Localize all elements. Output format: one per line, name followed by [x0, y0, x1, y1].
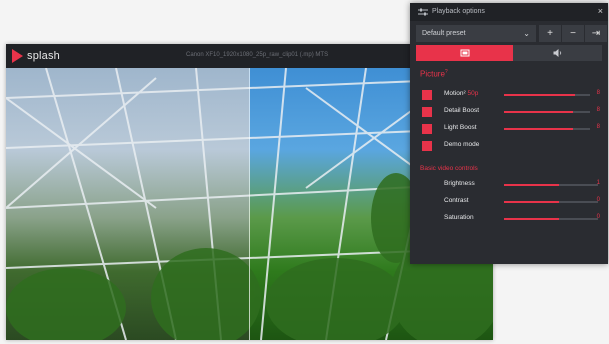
option-light-boost: Light Boost 8: [420, 123, 604, 135]
option-detail-boost: Detail Boost 8: [420, 106, 604, 118]
brightness-value: 1: [596, 180, 600, 186]
logo-text: splash: [27, 50, 60, 62]
brightness-row: Brightness 1: [420, 179, 604, 191]
detail-boost-slider-fill: [504, 111, 573, 113]
motion-label: Motion² 50p: [444, 90, 479, 97]
tab-picture[interactable]: [416, 45, 513, 61]
panel-title: Playback options: [432, 8, 485, 15]
export-preset-button[interactable]: ⇥: [585, 25, 607, 42]
motion-value: 8: [596, 90, 600, 96]
preset-value: Default preset: [422, 30, 466, 37]
contrast-value: 0: [596, 197, 600, 203]
light-boost-slider[interactable]: [504, 128, 590, 130]
tab-audio[interactable]: [513, 45, 602, 61]
option-motion: Motion² 50p 8: [420, 89, 604, 101]
help-marker: ?: [444, 69, 448, 75]
light-boost-slider-fill: [504, 128, 573, 130]
detail-boost-label: Detail Boost: [444, 107, 480, 114]
file-name: Canon XF10_1920x1080_25p_raw_clip01 (.mp…: [186, 52, 329, 58]
speaker-icon: [553, 49, 561, 57]
options-tabs: [416, 45, 602, 61]
motion-slider-fill: [504, 94, 575, 96]
play-icon: [12, 49, 23, 63]
demo-mode-label: Demo mode: [444, 141, 480, 148]
close-icon[interactable]: ×: [598, 6, 603, 16]
light-boost-label: Light Boost: [444, 124, 477, 131]
section-title-text: Picture: [420, 69, 445, 79]
preset-dropdown[interactable]: Default preset ⌄: [416, 25, 536, 42]
contrast-label: Contrast: [444, 197, 469, 204]
remove-preset-button[interactable]: −: [562, 25, 584, 42]
motion-hint: 50p: [467, 90, 479, 97]
splash-logo: splash: [12, 49, 60, 63]
demo-mode-checkbox[interactable]: [422, 141, 432, 151]
contrast-slider[interactable]: [504, 201, 598, 203]
compare-split-line[interactable]: [249, 68, 250, 340]
saturation-label: Saturation: [444, 214, 474, 221]
motion-label-text: Motion: [444, 90, 464, 97]
detail-boost-value: 8: [596, 107, 600, 113]
option-demo-mode: Demo mode: [420, 140, 604, 152]
preset-row: Default preset ⌄ + − ⇥: [416, 25, 607, 42]
panel-header: Playback options ×: [410, 3, 608, 21]
brightness-label: Brightness: [444, 180, 475, 187]
picture-icon: [460, 49, 469, 57]
saturation-value: 0: [596, 214, 600, 220]
contrast-slider-fill: [504, 201, 559, 203]
contrast-row: Contrast 0: [420, 196, 604, 208]
light-boost-value: 8: [596, 124, 600, 130]
light-boost-checkbox[interactable]: [422, 124, 432, 134]
basic-controls-title: Basic video controls: [420, 165, 478, 172]
playback-options-panel: Playback options × Default preset ⌄ + − …: [410, 3, 608, 264]
section-title-picture: Picture?: [420, 69, 448, 79]
motion-slider[interactable]: [504, 94, 590, 96]
motion-checkbox[interactable]: [422, 90, 432, 100]
detail-boost-checkbox[interactable]: [422, 107, 432, 117]
add-preset-button[interactable]: +: [539, 25, 561, 42]
saturation-slider-fill: [504, 218, 559, 220]
detail-boost-slider[interactable]: [504, 111, 590, 113]
sliders-icon: [418, 8, 428, 16]
brightness-slider[interactable]: [504, 184, 598, 186]
saturation-row: Saturation 0: [420, 213, 604, 225]
saturation-slider[interactable]: [504, 218, 598, 220]
chevron-down-icon: ⌄: [523, 29, 530, 38]
brightness-slider-fill: [504, 184, 559, 186]
